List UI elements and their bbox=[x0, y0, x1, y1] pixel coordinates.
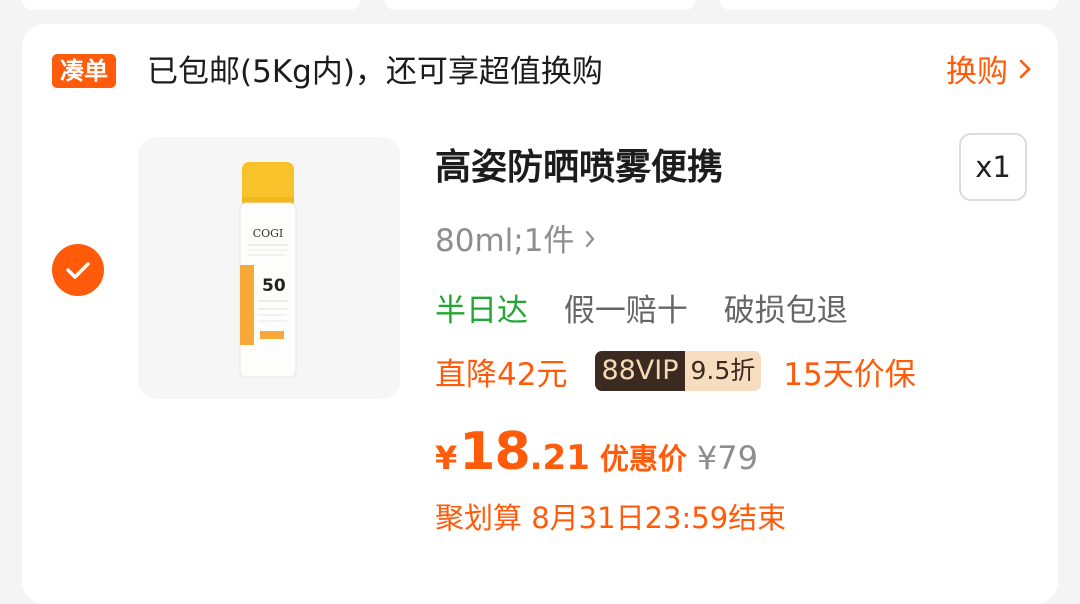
bundle-tag: 凑单 bbox=[52, 54, 116, 88]
service-fake-compensation: 假一赔十 bbox=[563, 293, 688, 329]
chevron-right-icon bbox=[1018, 52, 1032, 92]
service-tags: 半日达 假一赔十 破损包退 bbox=[435, 289, 874, 333]
price-integer: 18 bbox=[459, 422, 530, 482]
bottle-brand-text: COGI bbox=[253, 227, 284, 240]
quantity-button[interactable]: x1 bbox=[959, 133, 1027, 201]
sku-text: 80ml;1件 bbox=[435, 223, 575, 259]
cart-item-card: 凑单 已包邮(5Kg内)，还可享超值换购 换购 COGI 50 高姿防晒喷雾便携… bbox=[22, 24, 1058, 604]
vip-discount: 9.5折 bbox=[684, 351, 762, 391]
price-protection: 15天价保 bbox=[783, 356, 916, 393]
shipping-info: 已包邮(5Kg内)，还可享超值换购 bbox=[147, 54, 603, 90]
vip-badge: 88VIP 9.5折 bbox=[595, 351, 762, 391]
price-row: ¥ 18 .21 优惠价 ¥79 bbox=[435, 422, 758, 482]
direct-discount: 直降42元 bbox=[435, 356, 568, 393]
bottle-spf-text: 50 bbox=[262, 276, 286, 296]
price-decimal: .21 bbox=[529, 438, 590, 478]
card-edge bbox=[720, 0, 1058, 10]
swap-purchase-link[interactable]: 换购 bbox=[946, 52, 1032, 92]
bundle-banner: 凑单 已包邮(5Kg内)，还可享超值换购 换购 bbox=[52, 52, 1032, 92]
original-price: ¥79 bbox=[696, 439, 758, 477]
sku-selector[interactable]: 80ml;1件 bbox=[435, 219, 596, 263]
product-image[interactable]: COGI 50 bbox=[138, 137, 400, 399]
promo-tags: 直降42元 88VIP 9.5折 15天价保 bbox=[435, 349, 916, 393]
checkmark-icon bbox=[66, 262, 90, 279]
previous-card-edges bbox=[0, 0, 1080, 14]
price-currency: ¥ bbox=[435, 439, 458, 477]
service-half-day: 半日达 bbox=[435, 293, 528, 329]
card-edge bbox=[385, 0, 695, 10]
campaign-end-time: 聚划算 8月31日23:59结束 bbox=[435, 501, 787, 535]
card-edge bbox=[22, 0, 360, 10]
product-title[interactable]: 高姿防晒喷雾便携 bbox=[435, 142, 723, 194]
vip-label: 88VIP bbox=[595, 351, 685, 391]
chevron-right-icon bbox=[584, 219, 596, 263]
item-select-checkbox[interactable] bbox=[52, 244, 104, 296]
price-label: 优惠价 bbox=[599, 442, 687, 476]
service-damage-return: 破损包退 bbox=[723, 293, 848, 329]
swap-purchase-label: 换购 bbox=[946, 54, 1008, 90]
